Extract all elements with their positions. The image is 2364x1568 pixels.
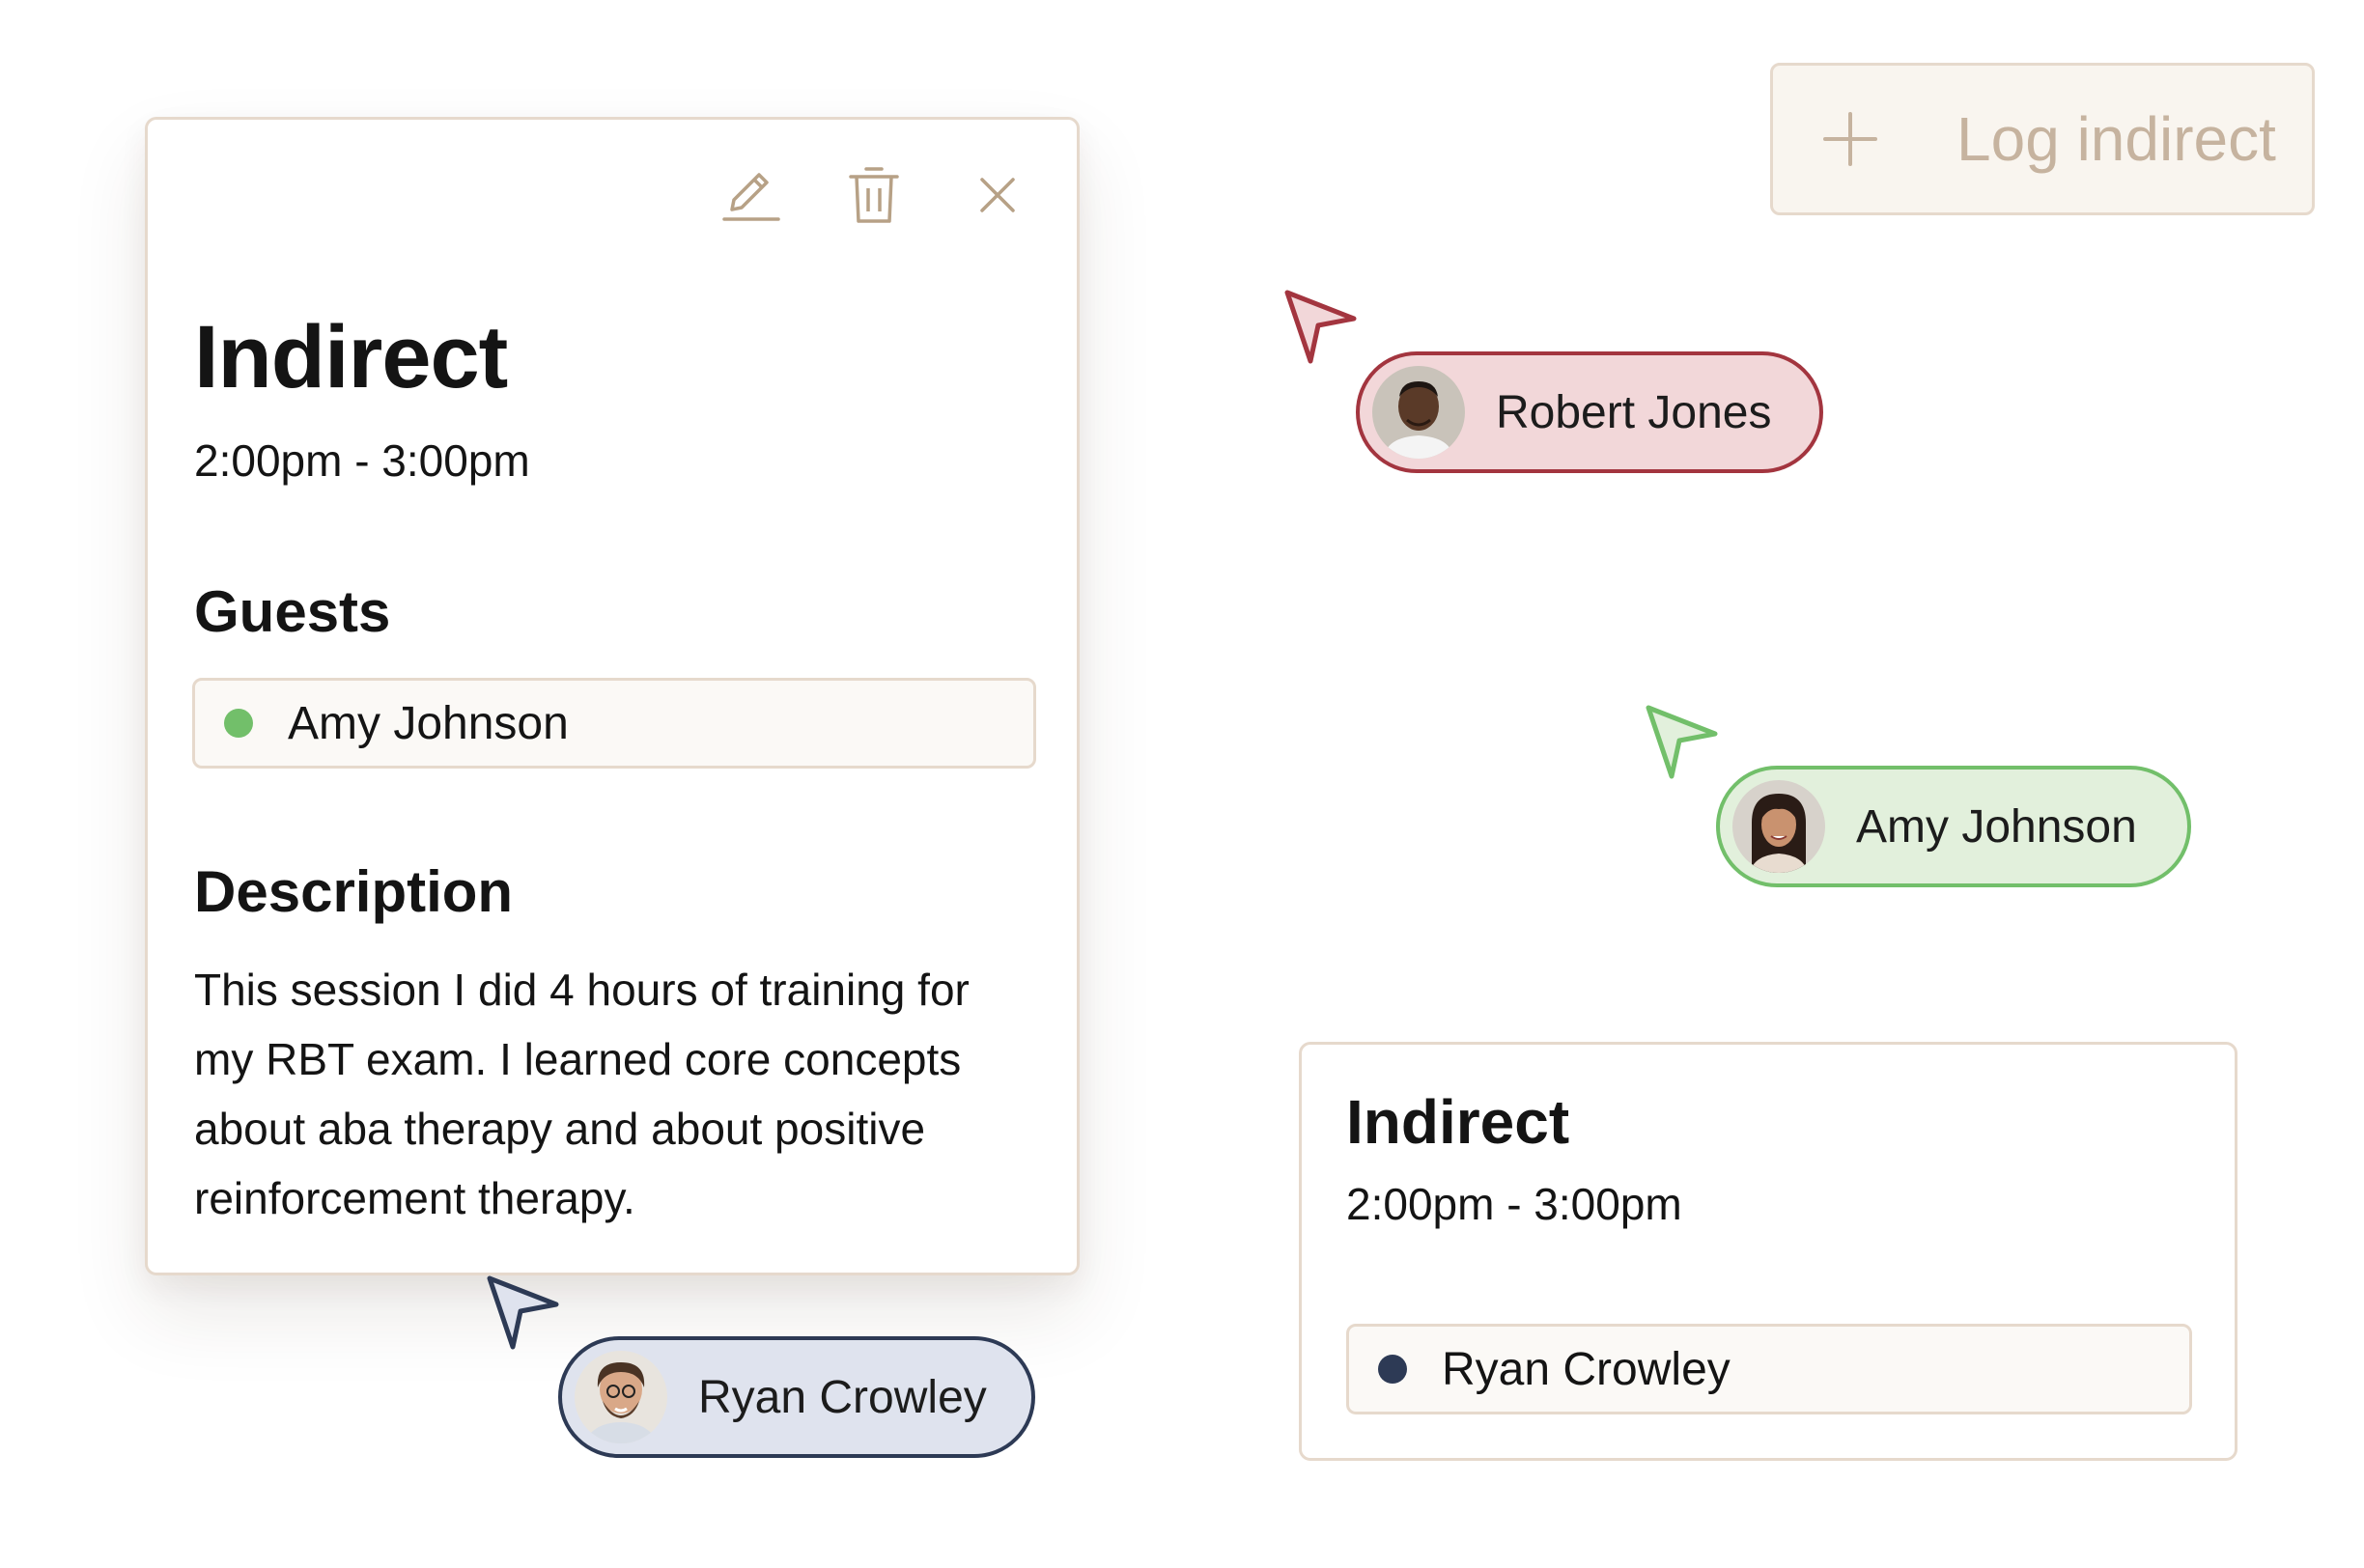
event-time: 2:00pm - 3:00pm — [194, 435, 530, 486]
delete-button[interactable] — [843, 164, 905, 226]
close-icon — [980, 178, 1015, 212]
log-indirect-label: Log indirect — [1956, 104, 2276, 174]
event-title: Indirect — [1346, 1087, 1570, 1157]
event-time: 2:00pm - 3:00pm — [1346, 1179, 1682, 1229]
avatar — [575, 1351, 667, 1443]
card-actions — [719, 164, 1028, 226]
canvas: Indirect 2:00pm - 3:00pm Guests Amy John… — [0, 0, 2364, 1568]
guest-chip[interactable]: Amy Johnson — [192, 678, 1036, 769]
guest-status-dot — [224, 709, 253, 738]
event-detail-card: Indirect 2:00pm - 3:00pm Guests Amy John… — [145, 117, 1080, 1275]
event-summary-card[interactable]: Indirect 2:00pm - 3:00pm Ryan Crowley — [1299, 1042, 2237, 1461]
edit-button[interactable] — [719, 164, 781, 226]
collaborator-name: Robert Jones — [1496, 386, 1772, 438]
event-title: Indirect — [194, 308, 508, 406]
cursor-arrow-icon — [1284, 290, 1357, 364]
guests-heading: Guests — [194, 579, 391, 644]
guest-status-dot — [1378, 1355, 1407, 1384]
cursor-arrow-icon — [487, 1275, 559, 1350]
cursor-arrow-icon — [1646, 705, 1718, 779]
log-indirect-button[interactable]: Log indirect — [1770, 63, 2315, 215]
guest-name: Amy Johnson — [288, 697, 569, 749]
collaborator-pill-amy: Amy Johnson — [1716, 766, 2191, 887]
trash-icon — [849, 167, 899, 223]
avatar — [1372, 366, 1465, 459]
collaborator-pill-ryan: Ryan Crowley — [558, 1336, 1035, 1458]
collaborator-pill-robert: Robert Jones — [1356, 351, 1823, 473]
pencil-icon — [722, 173, 780, 221]
guest-chip[interactable]: Ryan Crowley — [1346, 1324, 2192, 1414]
close-button[interactable] — [967, 164, 1028, 226]
description-heading: Description — [194, 859, 514, 924]
collaborator-name: Ryan Crowley — [698, 1371, 987, 1423]
plus-icon — [1823, 112, 1877, 166]
guest-name: Ryan Crowley — [1442, 1343, 1731, 1395]
avatar — [1732, 780, 1825, 873]
event-description: This session I did 4 hours of training f… — [194, 965, 970, 1223]
collaborator-name: Amy Johnson — [1856, 800, 2137, 853]
